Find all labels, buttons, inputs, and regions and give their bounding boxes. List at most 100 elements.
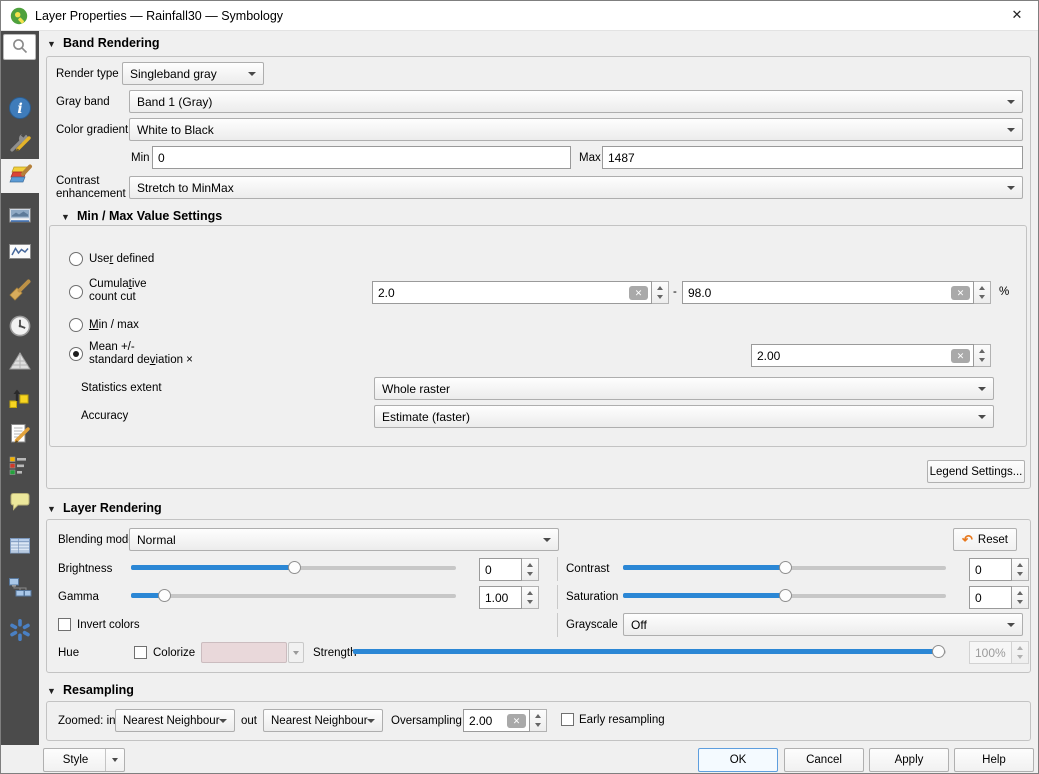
brightness-slider[interactable] (131, 558, 456, 578)
color-gradient-label: Color gradient (56, 124, 128, 137)
spin-buttons[interactable] (974, 281, 991, 304)
slider-thumb[interactable] (779, 561, 792, 574)
cumulative-high-spinbox[interactable]: 98.0✕ (682, 281, 991, 304)
slider-thumb[interactable] (932, 645, 945, 658)
clear-field-icon[interactable]: ✕ (951, 349, 970, 363)
source-icon (7, 129, 33, 158)
spin-buttons[interactable] (522, 558, 539, 581)
max-input[interactable]: 1487 (602, 146, 1023, 169)
mean-std-radio[interactable] (69, 347, 83, 361)
hue-label: Hue (58, 647, 79, 660)
spin-buttons[interactable] (974, 344, 991, 367)
legend-settings-button[interactable]: Legend Settings... (927, 460, 1025, 483)
band-rendering-header: Band Rendering (63, 36, 160, 50)
colorize-color-swatch[interactable] (201, 642, 287, 663)
clear-field-icon[interactable]: ✕ (629, 286, 648, 300)
accuracy-select[interactable]: Estimate (faster) (374, 405, 994, 428)
sidebar-item-pyramids[interactable] (1, 347, 39, 379)
invert-colors-label: Invert colors (77, 619, 140, 632)
colorize-color-dropdown[interactable] (288, 642, 304, 663)
titlebar: Layer Properties — Rainfall30 — Symbolog… (1, 1, 1038, 31)
saturation-spinbox[interactable]: 0 (969, 586, 1029, 609)
colorize-checkbox[interactable] (134, 646, 147, 659)
search-input[interactable] (3, 34, 36, 60)
sidebar-item-source[interactable] (1, 127, 39, 159)
sidebar-item-elevation[interactable] (1, 383, 39, 415)
sidebar-item-legend[interactable] (1, 451, 39, 483)
spin-buttons[interactable] (1012, 558, 1029, 581)
contrast-spinbox[interactable]: 0 (969, 558, 1029, 581)
slider-thumb[interactable] (779, 589, 792, 602)
apply-button[interactable]: Apply (869, 748, 949, 772)
render-type-label: Render type (56, 68, 119, 81)
zoomed-in-select[interactable]: Nearest Neighbour (115, 709, 235, 732)
invert-colors-checkbox[interactable] (58, 618, 71, 631)
reset-button[interactable]: ↶ Reset (953, 528, 1017, 551)
elevation-icon (7, 385, 33, 414)
blending-mode-select[interactable]: Normal (129, 528, 559, 551)
saturation-slider[interactable] (623, 586, 946, 606)
sidebar-item-symbology[interactable] (1, 159, 39, 193)
oversampling-spinbox[interactable]: 2.00✕ (463, 709, 547, 732)
color-gradient-select[interactable]: White to Black (129, 118, 1023, 141)
slider-thumb[interactable] (288, 561, 301, 574)
cancel-button[interactable]: Cancel (784, 748, 864, 772)
spin-buttons[interactable] (1012, 586, 1029, 609)
chevron-down-icon (543, 538, 551, 542)
cumulative-count-cut-radio[interactable] (69, 285, 83, 299)
min-label: Min (131, 152, 150, 165)
histogram-icon (7, 239, 33, 268)
sidebar-item-plugins[interactable] (1, 615, 39, 647)
spin-buttons[interactable] (652, 281, 669, 304)
strength-label: Strength (313, 647, 356, 660)
gamma-spinbox[interactable]: 1.00 (479, 586, 539, 609)
clear-field-icon[interactable]: ✕ (951, 286, 970, 300)
mean-std-spinbox[interactable]: 2.00✕ (751, 344, 991, 367)
zoomed-out-select[interactable]: Nearest Neighbour (263, 709, 383, 732)
spin-buttons[interactable] (522, 586, 539, 609)
max-label: Max (579, 152, 601, 165)
sidebar-item-attributes[interactable] (1, 531, 39, 563)
sidebar-item-server[interactable] (1, 571, 39, 603)
collapse-icon[interactable]: ▼ (47, 504, 56, 514)
grayscale-label: Grayscale (566, 619, 618, 632)
collapse-icon[interactable]: ▼ (47, 686, 56, 696)
grayscale-select[interactable]: Off (623, 613, 1023, 636)
sidebar-item-temporal[interactable] (1, 311, 39, 343)
slider-thumb[interactable] (158, 589, 171, 602)
min-max-radio[interactable] (69, 318, 83, 332)
early-resampling-label: Early resampling (579, 714, 665, 727)
brightness-spinbox[interactable]: 0 (479, 558, 539, 581)
spin-buttons[interactable] (530, 709, 547, 732)
chevron-down-icon (1007, 623, 1015, 627)
contrast-label: Contrast (566, 563, 609, 576)
user-defined-radio[interactable] (69, 252, 83, 266)
early-resampling-checkbox[interactable] (561, 713, 574, 726)
gray-band-select[interactable]: Band 1 (Gray) (129, 90, 1023, 113)
chevron-down-icon (248, 72, 256, 76)
search-icon (10, 36, 30, 59)
sidebar-item-display[interactable] (1, 487, 39, 519)
help-button[interactable]: Help (954, 748, 1034, 772)
collapse-icon[interactable]: ▼ (47, 39, 56, 49)
statistics-extent-select[interactable]: Whole raster (374, 377, 994, 400)
strength-slider[interactable] (353, 642, 946, 662)
render-type-select[interactable]: Singleband gray (122, 62, 264, 85)
collapse-icon[interactable]: ▼ (61, 212, 70, 222)
sidebar-item-rendering[interactable] (1, 275, 39, 307)
sidebar-item-transparency[interactable] (1, 201, 39, 233)
ok-button[interactable]: OK (698, 748, 778, 772)
contrast-enhancement-select[interactable]: Stretch to MinMax (129, 176, 1023, 199)
clear-field-icon[interactable]: ✕ (507, 714, 526, 728)
style-button[interactable]: Style (43, 748, 125, 772)
gamma-slider[interactable] (131, 586, 456, 606)
sidebar-item-histogram[interactable] (1, 237, 39, 269)
chevron-down-icon[interactable] (105, 749, 124, 771)
close-button[interactable]: ✕ (1006, 7, 1028, 25)
min-input[interactable]: 0 (152, 146, 571, 169)
chevron-down-icon (978, 387, 986, 391)
sidebar-item-metadata[interactable] (1, 419, 39, 451)
cumulative-low-spinbox[interactable]: 2.0✕ (372, 281, 669, 304)
contrast-slider[interactable] (623, 558, 946, 578)
sidebar-item-information[interactable]: i (1, 93, 39, 125)
